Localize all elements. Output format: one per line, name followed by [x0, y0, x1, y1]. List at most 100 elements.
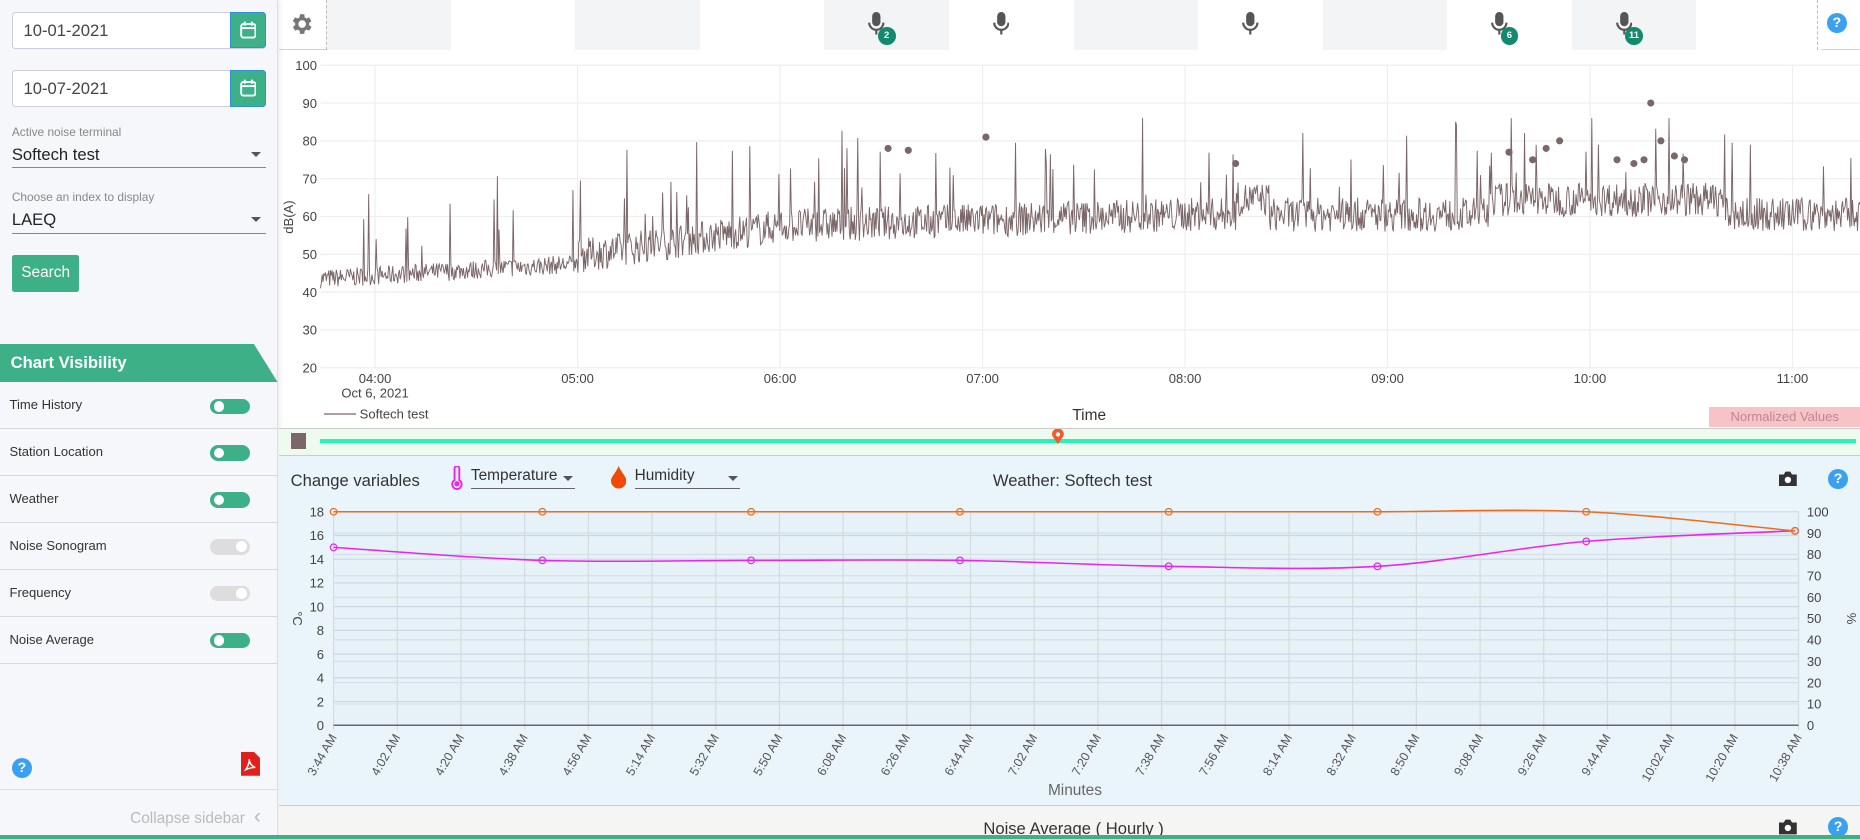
peak-marker[interactable] [1670, 152, 1678, 160]
camera-icon[interactable] [1779, 819, 1798, 835]
x-axis-label: Minutes [1048, 782, 1102, 799]
recording-marker[interactable]: 11 [1615, 11, 1643, 46]
x-date-label: Oct 6, 2021 [341, 385, 408, 400]
time-band[interactable] [1073, 0, 1199, 50]
x-tick-label: 6:44 AM [941, 731, 976, 778]
y-tick-label: 30 [302, 323, 317, 338]
x-tick-label: 06:00 [763, 371, 796, 386]
time-band[interactable] [1198, 0, 1323, 50]
gear-icon[interactable] [288, 11, 314, 37]
x-tick-label: 8:32 AM [1324, 731, 1359, 778]
divider [326, 0, 328, 50]
visibility-toggle[interactable] [209, 632, 251, 649]
right-tick-label: 10 [1807, 696, 1822, 711]
noise-average-panel: Noise Average ( Hourly ) ? [0, 805, 1860, 839]
terminal-select[interactable]: Softech test [11, 145, 266, 169]
peak-marker[interactable] [1630, 159, 1638, 168]
visibility-toggle[interactable] [209, 585, 251, 602]
visibility-toggle[interactable] [209, 398, 251, 414]
legend-label[interactable]: Softech test [359, 407, 428, 422]
recording-count-badge: 11 [1625, 27, 1643, 46]
right-tick-label: 70 [1807, 568, 1822, 583]
x-tick-label: 4:38 AM [496, 731, 531, 778]
y-axis-label: dB(A) [281, 200, 296, 233]
visibility-label: Weather [9, 491, 59, 507]
x-tick-label: 8:14 AM [1260, 731, 1295, 778]
time-band[interactable] [1322, 0, 1448, 50]
visibility-toggle[interactable] [209, 445, 251, 461]
peak-marker[interactable] [982, 133, 990, 141]
time-band[interactable] [1696, 0, 1821, 50]
calendar-icon [240, 79, 257, 97]
peak-marker[interactable] [904, 146, 912, 154]
peak-marker[interactable] [1680, 156, 1688, 164]
map-pin-icon[interactable] [1052, 429, 1065, 445]
time-band[interactable] [948, 0, 1074, 50]
visibility-label: Station Location [9, 444, 103, 460]
x-tick-label: 10:00 [1573, 371, 1606, 386]
time-band[interactable] [575, 0, 700, 50]
x-tick-label: 7:38 AM [1133, 731, 1168, 778]
help-icon[interactable]: ? [11, 757, 33, 779]
end-date-calendar-button[interactable] [230, 69, 266, 107]
x-tick-label: 5:50 AM [750, 731, 785, 778]
peak-marker[interactable] [1613, 156, 1621, 164]
time-band[interactable] [326, 0, 451, 50]
visibility-toggle[interactable] [209, 492, 251, 508]
x-tick-label: 9:08 AM [1451, 731, 1486, 778]
terminal-label: Active noise terminal [11, 124, 122, 139]
normalized-values-toggle[interactable]: Normalized Values [1709, 406, 1860, 428]
slider-track[interactable] [320, 438, 1857, 444]
recording-count-badge: 2 [877, 27, 896, 46]
recording-marker[interactable] [992, 11, 1010, 42]
pdf-icon[interactable] [240, 752, 260, 776]
x-tick-label: 4:02 AM [368, 731, 403, 778]
left-tick-label: 12 [309, 575, 324, 590]
x-tick-label: 4:56 AM [559, 731, 594, 778]
index-label: Choose an index to display [11, 189, 155, 204]
right-tick-label: 80 [1807, 547, 1822, 562]
time-band[interactable] [699, 0, 825, 50]
y-tick-label: 70 [302, 171, 317, 186]
start-date-calendar-button[interactable] [230, 11, 266, 49]
left-axis-unit: °C [290, 611, 305, 626]
right-tick-label: 50 [1807, 611, 1822, 626]
x-tick-label: 04:00 [359, 371, 392, 386]
peak-marker[interactable] [1640, 156, 1648, 164]
visibility-item: Frequency [0, 569, 278, 617]
start-date-input[interactable]: 10-01-2021 [11, 11, 266, 49]
weather-panel: Change variables Temperature Humidity We… [278, 455, 1860, 806]
left-tick-label: 4 [317, 670, 324, 685]
x-tick-label: 6:26 AM [878, 731, 913, 778]
search-button[interactable]: Search [11, 255, 80, 292]
time-band[interactable] [450, 0, 576, 50]
visibility-item: Station Location [0, 429, 278, 477]
recording-marker[interactable] [1242, 11, 1259, 42]
peak-marker[interactable] [1505, 148, 1513, 156]
x-tick-label: 4:20 AM [432, 731, 467, 778]
peak-marker[interactable] [1657, 137, 1665, 145]
help-icon[interactable]: ? [1826, 13, 1847, 34]
peak-marker[interactable] [1646, 99, 1655, 107]
peak-marker[interactable] [1542, 144, 1550, 152]
right-tick-label: 20 [1807, 675, 1822, 690]
series-color-swatch [290, 432, 307, 450]
end-date-input[interactable]: 10-07-2021 [11, 69, 266, 107]
start-date-value: 10-01-2021 [23, 21, 109, 41]
left-tick-label: 10 [309, 599, 324, 614]
recording-marker[interactable]: 2 [868, 11, 896, 46]
divider [1817, 0, 1819, 50]
index-select[interactable]: LAEQ [11, 210, 266, 234]
time-range-slider[interactable] [278, 428, 1860, 456]
right-axis-unit: % [1844, 612, 1859, 624]
collapse-sidebar-button[interactable]: Collapse sidebar ‹ [0, 788, 278, 839]
x-tick-label: 10:38 AM [1766, 731, 1804, 784]
peak-marker[interactable] [1528, 156, 1536, 164]
x-tick-label: 10:02 AM [1639, 731, 1677, 784]
visibility-toggle[interactable] [209, 539, 251, 555]
recording-marker[interactable]: 6 [1491, 11, 1519, 46]
end-date-value: 10-07-2021 [23, 79, 109, 99]
peak-marker[interactable] [884, 144, 892, 152]
peak-marker[interactable] [1231, 159, 1239, 168]
peak-marker[interactable] [1555, 137, 1563, 145]
